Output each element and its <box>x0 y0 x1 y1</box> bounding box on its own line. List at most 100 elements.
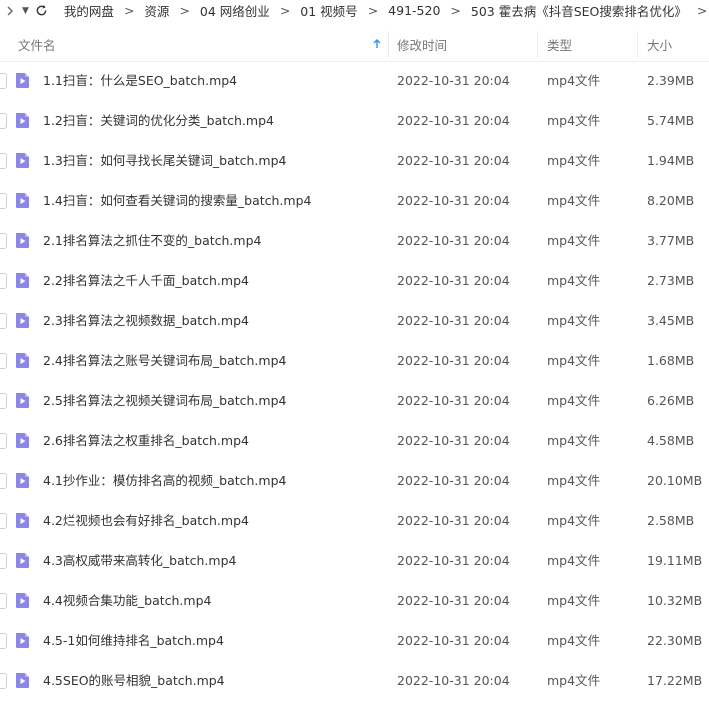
breadcrumb-item[interactable]: 我的网盘 <box>64 1 114 20</box>
file-size: 2.58MB <box>647 513 695 528</box>
row-checkbox[interactable] <box>0 353 7 369</box>
row-checkbox[interactable] <box>0 73 7 89</box>
file-name: 4.3高权威带来高转化_batch.mp4 <box>43 553 237 568</box>
video-file-icon <box>14 352 31 369</box>
file-modified-time: 2022-10-31 20:04 <box>397 113 510 128</box>
column-header-size[interactable]: 大小 <box>647 28 672 61</box>
file-name: 2.3排名算法之视频数据_batch.mp4 <box>43 313 249 328</box>
file-type: mp4文件 <box>547 393 601 408</box>
file-row[interactable]: 4.5-1如何维持排名_batch.mp4 2022-10-31 20:04 mp4… <box>0 621 709 661</box>
row-checkbox[interactable] <box>0 273 7 289</box>
file-type: mp4文件 <box>547 633 601 648</box>
column-divider[interactable] <box>537 31 538 58</box>
video-file-icon <box>14 592 31 609</box>
breadcrumb: 我的网盘 > 资源 >04 网络创业 >01 视频号 >491-520 >503 霍去病《抖… <box>64 1 709 20</box>
file-type: mp4文件 <box>547 593 601 608</box>
file-row[interactable]: 2.1排名算法之抓住不变的_batch.mp4 2022-10-31 20:04 m… <box>0 221 709 261</box>
video-file-icon <box>14 312 31 329</box>
file-row[interactable]: 1.3扫盲：如何寻找长尾关键词_batch.mp4 2022-10-31 20:0… <box>0 141 709 181</box>
file-row[interactable]: 2.4排名算法之账号关键词布局_batch.mp4 2022-10-31 20:0… <box>0 341 709 381</box>
history-dropdown-icon[interactable]: ▼ <box>22 0 29 21</box>
file-row[interactable]: 4.2烂视频也会有好排名_batch.mp4 2022-10-31 20:04 mp… <box>0 501 709 541</box>
file-name: 2.4排名算法之账号关键词布局_batch.mp4 <box>43 353 287 368</box>
file-row[interactable]: 2.6排名算法之权重排名_batch.mp4 2022-10-31 20:04 mp… <box>0 421 709 461</box>
refresh-icon[interactable] <box>35 0 48 21</box>
file-size: 2.39MB <box>647 73 695 88</box>
breadcrumb-item[interactable]: 资源 <box>144 1 169 20</box>
row-checkbox[interactable] <box>0 633 7 649</box>
file-type: mp4文件 <box>547 353 601 368</box>
file-name: 1.1扫盲：什么是SEO_batch.mp4 <box>43 73 238 88</box>
file-name: 1.3扫盲：如何寻找长尾关键词_batch.mp4 <box>43 153 287 168</box>
file-row[interactable]: 4.1抄作业：模仿排名高的视频_batch.mp4 2022-10-31 20:0… <box>0 461 709 501</box>
file-size: 19.11MB <box>647 553 703 568</box>
file-name: 4.5-1如何维持排名_batch.mp4 <box>43 633 224 648</box>
column-header-type[interactable]: 类型 <box>547 28 572 61</box>
video-file-icon <box>14 512 31 529</box>
file-type: mp4文件 <box>547 433 601 448</box>
breadcrumb-item[interactable]: 04 网络创业 <box>200 1 270 20</box>
file-type: mp4文件 <box>547 153 601 168</box>
file-row[interactable]: 1.4扫盲：如何查看关键词的搜索量_batch.mp4 2022-10-31 20… <box>0 181 709 221</box>
breadcrumb-item[interactable]: 01 视频号 <box>300 1 357 20</box>
file-name: 4.2烂视频也会有好排名_batch.mp4 <box>43 513 249 528</box>
breadcrumb-separator: > <box>179 3 190 18</box>
row-checkbox[interactable] <box>0 113 7 129</box>
row-checkbox[interactable] <box>0 193 7 209</box>
file-type: mp4文件 <box>547 73 601 88</box>
file-row[interactable]: 4.5SEO的账号相貌_batch.mp4 2022-10-31 20:04 mp4… <box>0 661 709 701</box>
file-type: mp4文件 <box>547 313 601 328</box>
file-row[interactable]: 2.5排名算法之视频关键词布局_batch.mp4 2022-10-31 20:0… <box>0 381 709 421</box>
column-divider[interactable] <box>637 31 638 58</box>
file-size: 5.74MB <box>647 113 695 128</box>
row-checkbox[interactable] <box>0 593 7 609</box>
file-modified-time: 2022-10-31 20:04 <box>397 233 510 248</box>
file-name: 1.2扫盲：关键词的优化分类_batch.mp4 <box>43 113 274 128</box>
breadcrumb-separator[interactable]: > <box>697 3 707 18</box>
file-modified-time: 2022-10-31 20:04 <box>397 593 510 608</box>
column-header-name[interactable]: 文件名 <box>18 28 56 61</box>
row-checkbox[interactable] <box>0 513 7 529</box>
forward-icon[interactable] <box>4 0 16 21</box>
file-type: mp4文件 <box>547 273 601 288</box>
sort-ascending-icon[interactable] <box>371 38 383 50</box>
video-file-icon <box>14 552 31 569</box>
file-type: mp4文件 <box>547 193 601 208</box>
file-modified-time: 2022-10-31 20:04 <box>397 353 510 368</box>
file-size: 3.45MB <box>647 313 695 328</box>
file-name: 2.2排名算法之千人千面_batch.mp4 <box>43 273 249 288</box>
column-header-modified[interactable]: 修改时间 <box>397 28 447 61</box>
row-checkbox[interactable] <box>0 553 7 569</box>
file-row[interactable]: 4.3高权威带来高转化_batch.mp4 2022-10-31 20:04 mp4… <box>0 541 709 581</box>
file-name: 4.1抄作业：模仿排名高的视频_batch.mp4 <box>43 473 287 488</box>
row-checkbox[interactable] <box>0 313 7 329</box>
video-file-icon <box>14 232 31 249</box>
breadcrumb-item[interactable]: 491-520 <box>388 3 440 18</box>
column-divider[interactable] <box>388 31 389 58</box>
row-checkbox[interactable] <box>0 673 7 689</box>
file-modified-time: 2022-10-31 20:04 <box>397 273 510 288</box>
file-name: 2.6排名算法之权重排名_batch.mp4 <box>43 433 249 448</box>
file-name: 2.1排名算法之抓住不变的_batch.mp4 <box>43 233 262 248</box>
file-type: mp4文件 <box>547 233 601 248</box>
breadcrumb-item[interactable]: 503 霍去病《抖音SEO搜索排名优化》 <box>471 1 687 20</box>
file-type: mp4文件 <box>547 113 601 128</box>
row-checkbox[interactable] <box>0 433 7 449</box>
video-file-icon <box>14 112 31 129</box>
file-row[interactable]: 4.4视频合集功能_batch.mp4 2022-10-31 20:04 mp4文件… <box>0 581 709 621</box>
row-checkbox[interactable] <box>0 473 7 489</box>
file-type: mp4文件 <box>547 473 601 488</box>
file-row[interactable]: 2.3排名算法之视频数据_batch.mp4 2022-10-31 20:04 mp… <box>0 301 709 341</box>
file-size: 17.22MB <box>647 673 703 688</box>
row-checkbox[interactable] <box>0 153 7 169</box>
file-modified-time: 2022-10-31 20:04 <box>397 673 510 688</box>
video-file-icon <box>14 672 31 689</box>
file-modified-time: 2022-10-31 20:04 <box>397 513 510 528</box>
row-checkbox[interactable] <box>0 393 7 409</box>
file-modified-time: 2022-10-31 20:04 <box>397 553 510 568</box>
row-checkbox[interactable] <box>0 233 7 249</box>
file-row[interactable]: 2.2排名算法之千人千面_batch.mp4 2022-10-31 20:04 mp… <box>0 261 709 301</box>
file-size: 1.94MB <box>647 153 695 168</box>
file-row[interactable]: 1.2扫盲：关键词的优化分类_batch.mp4 2022-10-31 20:04… <box>0 101 709 141</box>
file-row[interactable]: 1.1扫盲：什么是SEO_batch.mp4 2022-10-31 20:04 mp… <box>0 61 709 101</box>
